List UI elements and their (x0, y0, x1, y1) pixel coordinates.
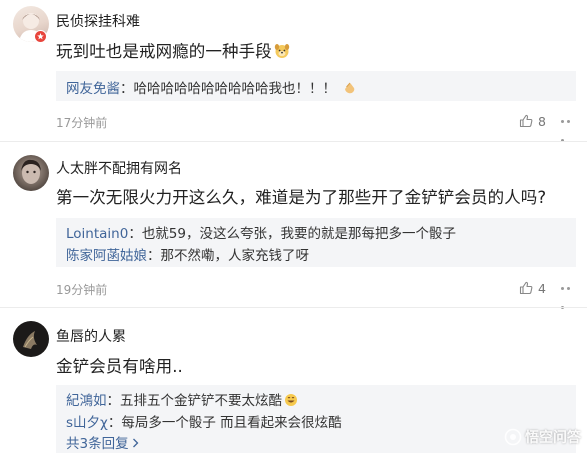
comment-text-body: 玩到吐也是戒网瘾的一种手段 (56, 42, 272, 61)
comment-text: 第一次无限火力开这么久，难道是为了那些开了金铲铲会员的人吗? (56, 188, 547, 207)
comment-text: 玩到吐也是戒网瘾的一种手段 (56, 38, 290, 62)
reply-separator: ： (120, 81, 134, 97)
reply-item[interactable]: 紀鴻如：五排五个金铲铲不要太炫酷 (66, 389, 298, 409)
reply-separator: ： (147, 248, 161, 264)
avatar[interactable] (13, 155, 49, 191)
reply-text: 每局多一个骰子 而且看起来会很炫酷 (121, 415, 342, 431)
reply-item[interactable]: s山夕χ：每局多一个骰子 而且看起来会很炫酷 (66, 411, 342, 431)
reply-item[interactable]: 网友免酱：哈哈哈哈哈哈哈哈哈哈我也！！！ (66, 77, 356, 97)
vip-badge-icon (34, 30, 47, 43)
chevron-right-icon (132, 438, 139, 448)
thumbs-up-icon[interactable] (519, 281, 533, 295)
avatar-image (23, 331, 37, 349)
reply-text: 也就59，没这么夸张，我要的就是那每把多一个骰子 (141, 226, 456, 242)
like-count: 4 (538, 281, 546, 296)
watermark: 悟空问答 (504, 427, 581, 447)
reply-box: Lointain0：也就59，没这么夸张，我要的就是那每把多一个骰子 陈家阿菡姑… (56, 218, 576, 267)
comment-item: 人太胖不配拥有网名 第一次无限火力开这么久，难道是为了那些开了金铲铲会员的人吗?… (0, 142, 587, 309)
reply-username[interactable]: s山夕χ (66, 415, 108, 431)
comment-username[interactable]: 鱼唇的人累 (56, 326, 126, 346)
comment-text: 金铲会员有啥用.. (56, 357, 183, 376)
reply-username[interactable]: 紀鴻如 (66, 393, 107, 409)
more-replies-label: 共3条回复 (66, 436, 129, 452)
reply-item[interactable]: 陈家阿菡姑娘：那不然嘞，人家充钱了呀 (66, 244, 309, 264)
avatar[interactable] (13, 321, 49, 357)
avatar-image (21, 159, 41, 184)
comment-item: 民侦探挂科难 玩到吐也是戒网瘾的一种手段 网友免酱：哈哈哈哈哈哈哈哈哈哈我也！！… (0, 0, 587, 142)
comment-username[interactable]: 民侦探挂科难 (56, 11, 140, 31)
reply-item[interactable]: Lointain0：也就59，没这么夸张，我要的就是那每把多一个骰子 (66, 222, 456, 242)
wukong-logo-icon (504, 428, 522, 446)
reply-username[interactable]: 网友免酱 (66, 81, 120, 97)
emoji-clap-icon (345, 82, 355, 94)
more-dots-icon[interactable] (561, 287, 577, 309)
view-more-replies-link[interactable]: 共3条回复 (66, 432, 139, 452)
thumbs-up-icon[interactable] (519, 114, 533, 128)
comment-item: 鱼唇的人累 金铲会员有啥用.. 紀鴻如：五排五个金铲铲不要太炫酷 s山夕χ：每局… (0, 308, 587, 453)
reply-text: 那不然嘞，人家充钱了呀 (160, 248, 310, 264)
reply-username[interactable]: Lointain0 (66, 226, 128, 242)
watermark-text: 悟空问答 (525, 430, 581, 446)
reply-separator: ： (106, 393, 121, 409)
reply-username[interactable]: 陈家阿菡姑娘 (66, 248, 147, 264)
reply-separator: ： (107, 415, 122, 431)
emoji-grin-icon (285, 394, 297, 406)
reply-text: 哈哈哈哈哈哈哈哈哈哈我也！！！ (133, 81, 337, 97)
reply-separator: ： (128, 226, 142, 242)
like-count: 8 (538, 114, 546, 129)
emoji-dog-icon (274, 44, 290, 58)
comment-username[interactable]: 人太胖不配拥有网名 (56, 158, 182, 178)
reply-text: 五排五个金铲铲不要太炫酷 (120, 393, 282, 409)
comment-timestamp: 19分钟前 (56, 283, 108, 297)
reply-box: 紀鴻如：五排五个金铲铲不要太炫酷 s山夕χ：每局多一个骰子 而且看起来会很炫酷 … (56, 385, 576, 453)
comment-timestamp: 17分钟前 (56, 116, 108, 130)
reply-box: 网友免酱：哈哈哈哈哈哈哈哈哈哈我也！！！ (56, 71, 576, 101)
more-dots-icon[interactable] (561, 120, 577, 142)
